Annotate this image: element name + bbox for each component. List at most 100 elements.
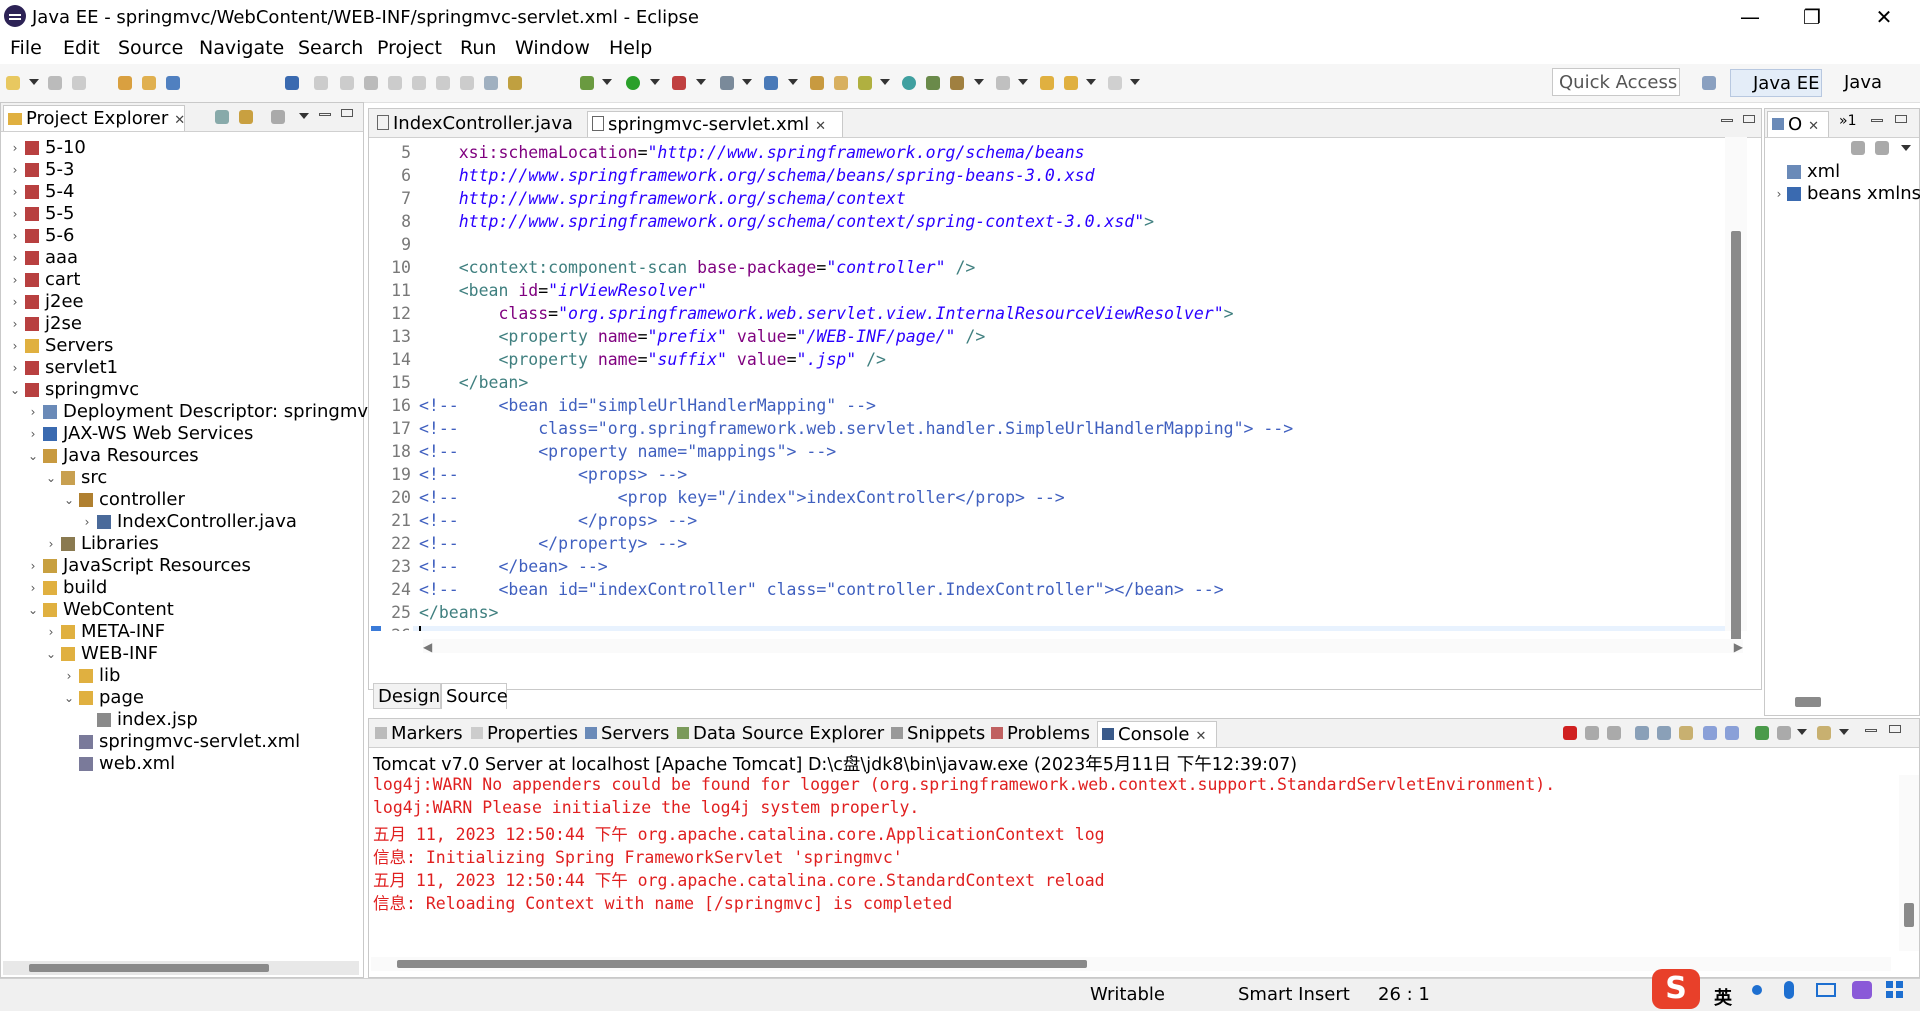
save-icon[interactable]: [48, 76, 62, 90]
tree-item[interactable]: › 5-3: [1, 159, 363, 181]
open-resource-icon[interactable]: [142, 76, 156, 90]
server-dropdown-arrow-icon[interactable]: [788, 79, 798, 85]
menu-help[interactable]: Help: [609, 37, 652, 59]
expand-icon[interactable]: ›: [9, 269, 21, 291]
close-icon[interactable]: ✕: [174, 113, 185, 128]
minimize-button[interactable]: —: [1722, 2, 1778, 32]
code-area[interactable]: 5 xsi:schemaLocation="http://www.springf…: [369, 137, 1725, 631]
expand-icon[interactable]: ›: [9, 225, 21, 247]
skip-breakpoints-icon[interactable]: [285, 76, 299, 90]
collapse-icon[interactable]: ⌄: [45, 643, 57, 665]
tree-item[interactable]: › JAX-WS Web Services: [1, 423, 363, 445]
tree-item[interactable]: ⌄ src: [1, 467, 363, 489]
tree-item[interactable]: › 5-10: [1, 137, 363, 159]
collapse-icon[interactable]: ⌄: [63, 489, 75, 511]
console-output[interactable]: log4j:WARN No appenders could be found f…: [369, 775, 1889, 947]
tab-snippets[interactable]: Snippets: [887, 721, 985, 747]
tree-item[interactable]: › build: [1, 577, 363, 599]
editor-horizontal-scrollbar[interactable]: ◀ ▶: [423, 639, 1743, 654]
disconnect-icon[interactable]: [388, 76, 402, 90]
show-on-stderr-icon[interactable]: [1725, 726, 1739, 740]
close-tab-icon[interactable]: ✕: [815, 119, 826, 134]
expand-icon[interactable]: ›: [81, 511, 93, 533]
expand-icon[interactable]: ›: [27, 577, 39, 599]
filter-icon[interactable]: [271, 110, 285, 124]
tree-item[interactable]: web.xml: [1, 753, 363, 775]
menu-window[interactable]: Window: [515, 37, 590, 59]
step-return-icon[interactable]: [460, 76, 474, 90]
tree-item[interactable]: › cart: [1, 269, 363, 291]
expand-icon[interactable]: ›: [1773, 183, 1785, 205]
run-dropdown-arrow-icon[interactable]: [650, 79, 660, 85]
editor-scroll-thumb[interactable]: [1731, 231, 1741, 641]
tab-springmvc-servlet-xml[interactable]: springmvc-servlet.xml ✕: [587, 111, 843, 137]
menu-navigate[interactable]: Navigate: [199, 37, 284, 59]
collapse-icon[interactable]: ⌄: [27, 599, 39, 621]
scroll-lock-icon[interactable]: [1657, 726, 1671, 740]
maximize-console-icon[interactable]: [1889, 725, 1901, 733]
terminate-icon[interactable]: [1563, 726, 1577, 740]
tree-item[interactable]: › JavaScript Resources: [1, 555, 363, 577]
display-console-dropdown-icon[interactable]: [1797, 729, 1807, 735]
expand-icon[interactable]: ›: [45, 533, 57, 555]
forward-dropdown-arrow-icon[interactable]: [1130, 79, 1140, 85]
minimize-outline-icon[interactable]: [1871, 119, 1883, 122]
tab-problems[interactable]: Problems: [987, 721, 1097, 747]
link-with-editor-icon[interactable]: [239, 110, 253, 124]
minimize-view-icon[interactable]: [319, 113, 331, 116]
tab-markers[interactable]: Markers: [371, 721, 467, 747]
menu-edit[interactable]: Edit: [63, 37, 100, 59]
collapse-icon[interactable]: ⌄: [9, 379, 21, 401]
save-all-icon[interactable]: [72, 76, 86, 90]
tree-item[interactable]: ⌄ Java Resources: [1, 445, 363, 467]
new-java-project-icon[interactable]: [810, 76, 824, 90]
microphone-icon[interactable]: [1784, 981, 1794, 999]
pin-console-icon[interactable]: [1755, 726, 1769, 740]
expand-icon[interactable]: ›: [9, 203, 21, 225]
explorer-scroll-thumb[interactable]: [29, 964, 269, 972]
tab-index-controller-java[interactable]: IndexController.java: [373, 111, 583, 137]
console-toggle-icon[interactable]: [166, 76, 180, 90]
menu-run[interactable]: Run: [460, 37, 496, 59]
expand-icon[interactable]: ›: [9, 137, 21, 159]
tab-design[interactable]: Design: [373, 683, 441, 709]
expand-icon[interactable]: ›: [9, 247, 21, 269]
tree-item[interactable]: ⌄ WEB-INF: [1, 643, 363, 665]
search-icon[interactable]: [926, 76, 940, 90]
tab-console[interactable]: Console ✕: [1097, 721, 1217, 747]
scroll-left-icon[interactable]: ◀: [423, 640, 432, 654]
scroll-right-icon[interactable]: ▶: [1734, 640, 1743, 654]
tree-item[interactable]: › IndexController.java: [1, 511, 363, 533]
collapse-all-icon[interactable]: [215, 110, 229, 124]
back-icon[interactable]: [1064, 76, 1078, 90]
tree-item[interactable]: › Deployment Descriptor: springmvc: [1, 401, 378, 423]
web-browser-icon[interactable]: [902, 76, 916, 90]
maximize-outline-icon[interactable]: [1895, 115, 1907, 123]
console-scroll-thumb[interactable]: [1904, 903, 1914, 927]
remove-launch-icon[interactable]: [1585, 726, 1599, 740]
expand-icon[interactable]: ›: [63, 665, 75, 687]
collapse-icon[interactable]: ⌄: [45, 467, 57, 489]
new-package-icon[interactable]: [834, 76, 848, 90]
outline-menu-icon[interactable]: [1901, 145, 1911, 151]
view-menu-icon[interactable]: [299, 113, 309, 119]
expand-icon[interactable]: ›: [9, 181, 21, 203]
tree-item[interactable]: › lib: [1, 665, 363, 687]
minimize-editor-icon[interactable]: [1721, 119, 1733, 122]
tab-data-source-explorer[interactable]: Data Source Explorer: [673, 721, 885, 747]
tree-item[interactable]: › Libraries: [1, 533, 363, 555]
tree-item[interactable]: › aaa: [1, 247, 363, 269]
ime-logo-icon[interactable]: S: [1652, 969, 1700, 1009]
minimize-console-icon[interactable]: [1865, 729, 1877, 732]
external-tools-icon[interactable]: [720, 76, 734, 90]
maximize-button[interactable]: ❐: [1784, 2, 1840, 32]
collapse-icon[interactable]: ⌄: [63, 687, 75, 709]
toolbox-icon[interactable]: [1886, 981, 1904, 999]
collapse-outline-icon[interactable]: [1875, 141, 1889, 155]
collapse-icon[interactable]: ⌄: [27, 445, 39, 467]
tree-item[interactable]: › 5-5: [1, 203, 363, 225]
open-type-icon[interactable]: [118, 76, 132, 90]
tree-item[interactable]: › 5-6: [1, 225, 363, 247]
tree-item[interactable]: › META-INF: [1, 621, 363, 643]
new-class-icon[interactable]: [858, 76, 872, 90]
